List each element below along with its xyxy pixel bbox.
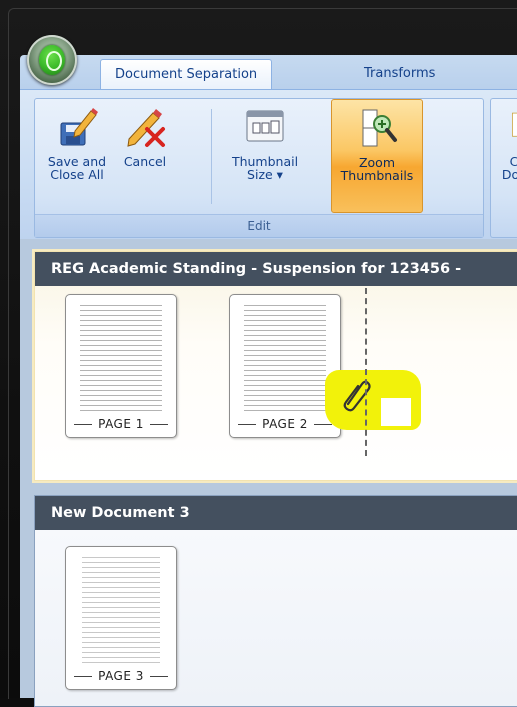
save-and-close-all-label: Save and Close All	[47, 154, 107, 182]
ribbon-group-label: Edit	[35, 214, 483, 237]
ribbon-group-edit: Save and Close All Cancel Thumbnail Size…	[34, 98, 484, 238]
ribbon-separator	[211, 109, 212, 204]
thumbnail-window-icon	[246, 110, 284, 142]
ribbon-panel: Save and Close All Cancel Thumbnail Size…	[20, 89, 517, 240]
document-title: REG Academic Standing - Suspension for 1…	[35, 252, 517, 286]
page-label: PAGE 1	[66, 417, 176, 431]
document-thumbnails: PAGE 3	[35, 530, 517, 706]
app-logo-icon	[39, 45, 65, 75]
thumbnail-size-label: Thumbnail Size ▾	[231, 154, 299, 182]
thumbnail-size-button[interactable]: Thumbnail Size ▾	[225, 105, 305, 195]
zoom-thumbnails-button[interactable]: Zoom Thumbnails	[331, 99, 423, 213]
page-label: PAGE 3	[66, 669, 176, 683]
document-thumbnails: PAGE 1 PAGE 2	[35, 286, 517, 480]
partial-document-button[interactable]: C Doc	[497, 105, 517, 195]
tab-document-separation[interactable]: Document Separation	[100, 59, 273, 90]
cancel-label: Cancel	[123, 154, 167, 169]
page-thumbnail[interactable]: PAGE 1	[65, 294, 177, 438]
document-workspace: REG Academic Standing - Suspension for 1…	[20, 239, 517, 707]
document-panel: New Document 3 PAGE 3	[34, 495, 517, 707]
partial-document-label: C Doc	[501, 154, 517, 182]
application-menu-button[interactable]	[27, 35, 77, 85]
page-label: PAGE 2	[230, 417, 340, 431]
floppy-pencil-icon	[60, 108, 98, 146]
tab-transforms[interactable]: Transforms	[350, 59, 449, 89]
page-content-preview	[80, 305, 162, 411]
ribbon-group-partial: C Doc	[490, 98, 517, 238]
page-content-preview	[244, 305, 326, 411]
split-divider[interactable]	[365, 288, 367, 456]
pencil-x-icon	[127, 109, 165, 147]
cancel-button[interactable]: Cancel	[115, 105, 175, 195]
document-title: New Document 3	[35, 496, 517, 530]
document-icon	[512, 112, 517, 137]
document-panel: REG Academic Standing - Suspension for 1…	[34, 251, 517, 481]
highlight-gap	[381, 398, 411, 426]
page-thumbnail[interactable]: PAGE 2	[229, 294, 341, 438]
zoom-thumbnails-label: Zoom Thumbnails	[340, 155, 414, 183]
page-thumbnail[interactable]: PAGE 3	[65, 546, 177, 690]
ribbon-tab-bar: Document Separation Transforms	[20, 55, 517, 90]
save-and-close-all-button[interactable]: Save and Close All	[43, 105, 111, 195]
page-content-preview	[82, 557, 160, 663]
zoom-pages-icon	[362, 109, 397, 147]
